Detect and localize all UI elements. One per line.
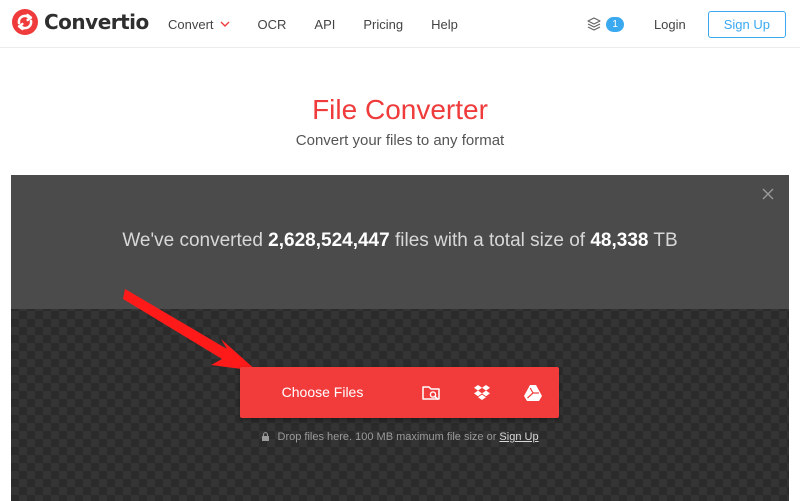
login-link[interactable]: Login — [654, 17, 686, 32]
page-title: File Converter — [312, 94, 488, 125]
main-nav: Convert OCR API Pricing Help — [168, 0, 486, 48]
folder-search-icon — [421, 385, 440, 400]
nav-item-label: OCR — [257, 16, 287, 32]
close-icon — [762, 188, 774, 200]
chevron-down-icon — [220, 21, 230, 27]
nav-item-label: Help — [431, 16, 458, 32]
upload-panel: We've converted 2,628,524,447 files with… — [11, 175, 789, 501]
stats-middle: files with a total size of — [394, 230, 586, 251]
total-size: 48,338 — [590, 230, 649, 251]
nav-item-label: Pricing — [363, 16, 404, 32]
nav-item-api[interactable]: API — [314, 17, 335, 32]
nav-item-convert[interactable]: Convert — [168, 17, 230, 32]
nav-item-label: Convert — [168, 16, 214, 32]
conversion-queue-button[interactable]: 1 — [586, 16, 624, 32]
conversion-stats: We've converted 2,628,524,447 files with… — [11, 230, 789, 252]
from-device-button[interactable] — [405, 367, 456, 418]
page-subtitle: Convert your files to any format — [295, 132, 505, 149]
files-count: 2,628,524,447 — [268, 230, 390, 251]
signup-button[interactable]: Sign Up — [707, 10, 786, 38]
dropbox-button[interactable] — [456, 367, 507, 418]
stats-prefix: We've converted — [122, 230, 263, 251]
layers-icon — [587, 17, 601, 31]
drop-hint-text: Drop files here. 100 MB maximum file siz… — [277, 431, 497, 443]
user-nav: 1 Login Sign Up — [586, 0, 786, 48]
google-drive-icon — [523, 384, 542, 401]
drop-hint-signup-link[interactable]: Sign Up — [499, 431, 538, 443]
top-header: Convertio Convert OCR API Pricing Help 1… — [0, 0, 800, 48]
nav-item-label: API — [314, 16, 336, 32]
nav-item-help[interactable]: Help — [431, 17, 458, 32]
drop-hint: Drop files here. 100 MB maximum file siz… — [11, 431, 789, 443]
google-drive-button[interactable] — [507, 367, 558, 418]
nav-item-ocr[interactable]: OCR — [258, 17, 287, 32]
choose-files-button[interactable]: Choose Files — [240, 367, 405, 418]
pointer-arrow-icon — [123, 289, 257, 371]
brand-name: Convertio — [44, 10, 149, 34]
nav-item-pricing[interactable]: Pricing — [363, 17, 403, 32]
dropbox-icon — [473, 384, 490, 400]
convertio-logo[interactable]: Convertio — [12, 8, 149, 36]
size-unit: TB — [653, 230, 678, 251]
choose-files-bar: Choose Files — [240, 367, 559, 418]
lock-icon — [262, 432, 270, 441]
queue-count-badge: 1 — [606, 16, 624, 32]
close-banner-button[interactable] — [761, 187, 775, 201]
convertio-logo-icon — [12, 9, 38, 35]
